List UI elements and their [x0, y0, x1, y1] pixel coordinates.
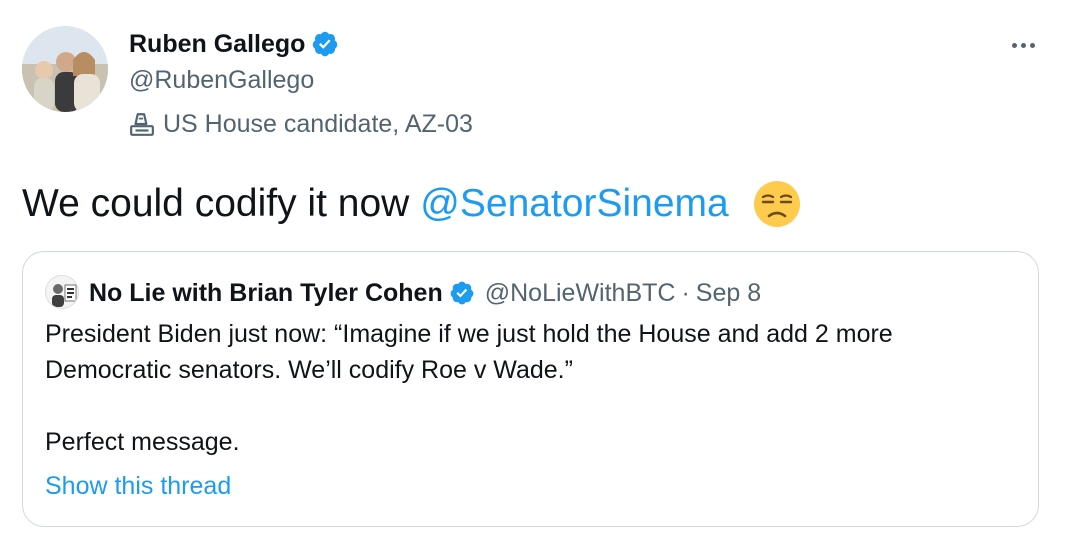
more-dot: [1020, 42, 1026, 48]
ballot-box-icon: [130, 113, 154, 136]
avatar-photo: [22, 26, 108, 112]
tweet-text: We could codify it now @SenatorSinema: [22, 178, 803, 230]
quoted-header: No Lie with Brian Tyler Cohen @NoLieWith…: [89, 276, 761, 310]
quoted-avatar-logo: [46, 276, 78, 308]
quoted-text-line: President Biden just now: “Imagine if we…: [45, 320, 893, 348]
quoted-text: President Biden just now: “Imagine if we…: [45, 316, 1020, 460]
quoted-text-line: Perfect message.: [45, 428, 240, 456]
quoted-tweet[interactable]: No Lie with Brian Tyler Cohen @NoLieWith…: [22, 251, 1039, 527]
quoted-author-avatar[interactable]: [45, 275, 79, 309]
author-name[interactable]: Ruben Gallego: [129, 27, 305, 61]
author-name-row[interactable]: Ruben Gallego: [129, 27, 339, 61]
verified-badge-icon: [450, 281, 474, 305]
affiliation-label: US House candidate, AZ-03: [129, 107, 473, 141]
author-avatar[interactable]: [22, 26, 108, 112]
more-dot: [1029, 42, 1035, 48]
show-thread-link[interactable]: Show this thread: [45, 469, 231, 503]
tweet: Ruben Gallego @RubenGallego US House can…: [0, 0, 1070, 558]
quoted-text-line: Democratic senators. We’ll codify Roe v …: [45, 356, 573, 384]
dot-separator: ·: [681, 279, 690, 307]
quoted-date[interactable]: Sep 8: [696, 276, 761, 310]
affiliation-text: US House candidate, AZ-03: [163, 110, 473, 138]
quoted-author-handle[interactable]: @NoLieWithBTC: [485, 276, 676, 310]
author-handle[interactable]: @RubenGallego: [129, 63, 314, 97]
more-options-button[interactable]: [1003, 30, 1043, 60]
unamused-face-emoji-icon: [753, 181, 800, 227]
more-dot: [1011, 42, 1017, 48]
mention-link[interactable]: @SenatorSinema: [420, 178, 728, 230]
tweet-body: We could codify it now: [22, 182, 410, 225]
quoted-author-name[interactable]: No Lie with Brian Tyler Cohen: [89, 276, 443, 310]
verified-badge-icon: [313, 31, 338, 57]
